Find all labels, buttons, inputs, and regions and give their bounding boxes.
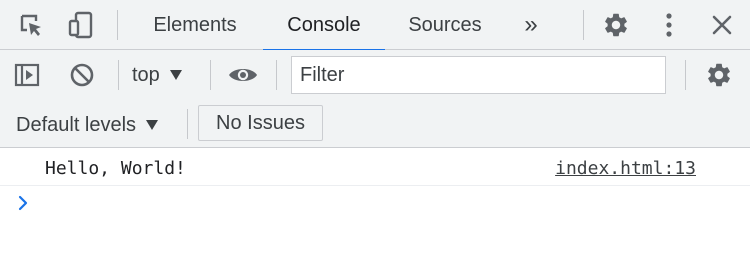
tab-label: Console xyxy=(287,13,361,36)
toolbar-divider xyxy=(187,109,188,139)
tab-elements[interactable]: Elements xyxy=(136,0,254,50)
console-message-source-link[interactable]: index.html:13 xyxy=(555,158,696,179)
console-message: Hello, World! index.html:13 xyxy=(0,149,750,186)
toolbar-divider xyxy=(118,60,119,90)
context-value: top xyxy=(132,63,160,86)
console-settings-gear-icon[interactable] xyxy=(702,58,736,92)
issues-label: No Issues xyxy=(216,111,305,134)
tab-console[interactable]: Console xyxy=(263,0,385,51)
log-levels-selector[interactable]: Default levels xyxy=(16,112,159,138)
console-message-text: Hello, World! xyxy=(45,158,186,179)
context-selector[interactable]: top xyxy=(132,62,182,88)
tabbar-divider xyxy=(117,10,118,40)
toolbar-divider xyxy=(685,60,686,90)
devtools-tab-bar: Elements Console Sources » xyxy=(0,0,750,51)
console-prompt-input[interactable] xyxy=(45,191,725,217)
tab-label: Sources xyxy=(408,13,482,36)
log-levels-label: Default levels xyxy=(16,113,137,136)
chevron-right-icon xyxy=(14,193,32,213)
console-toolbar-secondary: Default levels No Issues xyxy=(0,100,750,148)
devtools-panel: Elements Console Sources » top Filter De… xyxy=(0,0,750,263)
dropdown-caret-icon xyxy=(169,70,182,80)
device-toolbar-icon[interactable] xyxy=(64,8,98,42)
toolbar-divider xyxy=(210,60,211,90)
tab-sources[interactable]: Sources xyxy=(394,0,496,50)
filter-input[interactable] xyxy=(291,56,666,94)
tabbar-divider xyxy=(583,10,584,40)
show-sidebar-icon[interactable] xyxy=(10,58,44,92)
clear-console-icon[interactable] xyxy=(65,58,99,92)
close-icon[interactable] xyxy=(705,8,739,42)
vertical-dots-icon[interactable] xyxy=(652,8,686,42)
eye-icon[interactable] xyxy=(226,58,260,92)
tab-label: Elements xyxy=(153,13,237,36)
dropdown-caret-icon xyxy=(146,120,159,130)
more-tabs-label: » xyxy=(524,11,538,38)
issues-button[interactable]: No Issues xyxy=(198,105,323,141)
gear-icon[interactable] xyxy=(599,8,633,42)
inspect-element-icon[interactable] xyxy=(14,8,48,42)
toolbar-divider xyxy=(276,60,277,90)
more-tabs-button[interactable]: » xyxy=(512,0,550,50)
console-output: Hello, World! index.html:13 xyxy=(0,149,750,263)
console-prompt xyxy=(0,187,750,221)
console-toolbar: top xyxy=(0,50,750,100)
